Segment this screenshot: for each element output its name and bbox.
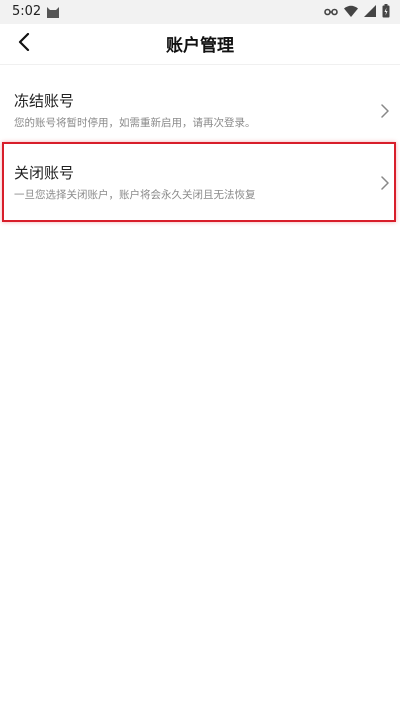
close-account-title: 关闭账号 [14,164,75,182]
freeze-account-title: 冻结账号 [14,92,75,110]
signal-icon [364,5,376,21]
wifi-icon [344,5,358,21]
vpn-key-icon [324,6,338,21]
nav-bar: 账户管理 [0,24,400,64]
freeze-account-item[interactable]: 冻结账号 您的账号将暂时停用，如需重新启用，请再次登录。 [0,88,400,154]
status-icons [324,4,390,22]
chevron-right-icon [380,175,390,190]
battery-charging-icon [382,4,390,22]
freeze-account-description: 您的账号将暂时停用，如需重新启用，请再次登录。 [14,117,256,129]
page-title: 账户管理 [166,36,234,56]
close-account-item[interactable]: 关闭账号 一旦您选择关闭账户，账户将会永久关闭且无法恢复 [0,160,400,226]
close-account-description: 一旦您选择关闭账户，账户将会永久关闭且无法恢复 [14,189,256,201]
status-time: 5:02 [12,4,42,19]
nav-divider [0,64,400,65]
status-bar: 5:02 [0,0,400,24]
account-management-screen: 5:02 账户管理 冻结账号 您的账号将暂时停用，如需重新启用，请再次登录。 关… [0,0,400,711]
cat-app-icon [46,5,60,19]
chevron-right-icon [380,103,390,118]
